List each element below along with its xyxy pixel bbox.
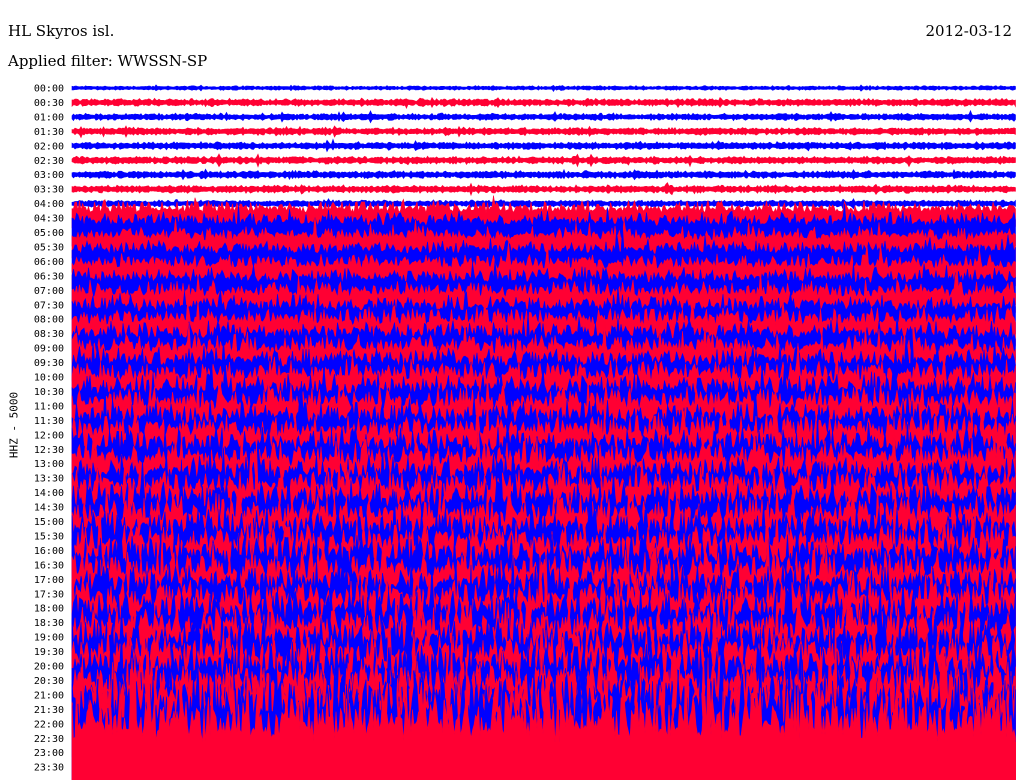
- time-tick-label: 14:30: [34, 503, 64, 514]
- time-tick-label: 11:30: [34, 416, 64, 427]
- time-tick-label: 16:30: [34, 560, 64, 571]
- time-tick-label: 09:30: [34, 358, 64, 369]
- time-tick-label: 19:00: [34, 633, 64, 644]
- time-tick-label: 03:30: [34, 185, 64, 196]
- time-tick-label: 23:00: [34, 748, 64, 759]
- trace-group: [71, 84, 1016, 780]
- time-tick-label: 00:00: [34, 84, 64, 95]
- time-tick-label: 20:30: [34, 676, 64, 687]
- time-tick-label: 04:00: [34, 199, 64, 210]
- time-tick-label: 05:00: [34, 228, 64, 239]
- time-tick-label: 15:30: [34, 532, 64, 543]
- time-tick-label: 01:00: [34, 112, 64, 123]
- saturated-trace-block: [72, 742, 1016, 780]
- time-tick-label: 21:00: [34, 690, 64, 701]
- time-tick-label: 06:30: [34, 271, 64, 282]
- time-tick-label: 08:30: [34, 329, 64, 340]
- time-tick-label: 17:00: [34, 575, 64, 586]
- time-tick-label: 18:30: [34, 618, 64, 629]
- trace-0330: [71, 182, 1016, 197]
- time-tick-label: 03:00: [34, 170, 64, 181]
- time-tick-label: 15:00: [34, 517, 64, 528]
- time-tick-label: 20:00: [34, 662, 64, 673]
- trace-0100: [71, 109, 1016, 124]
- trace-0030: [71, 96, 1016, 109]
- helicorder-page: HL Skyros isl. 2012-03-12 Applied filter…: [0, 0, 1024, 780]
- time-tick-label: 14:00: [34, 488, 64, 499]
- trace-0300: [71, 168, 1016, 181]
- time-tick-label: 23:30: [34, 763, 64, 774]
- time-tick-label: 21:30: [34, 705, 64, 716]
- trace-0230: [71, 153, 1016, 168]
- time-tick-label: 19:30: [34, 647, 64, 658]
- time-tick-label: 01:30: [34, 127, 64, 138]
- time-tick-label: 02:30: [34, 156, 64, 167]
- time-tick-label: 11:00: [34, 401, 64, 412]
- time-tick-label: 18:00: [34, 604, 64, 615]
- time-tick-label: 12:00: [34, 430, 64, 441]
- time-tick-label: 07:30: [34, 300, 64, 311]
- time-tick-label: 04:30: [34, 214, 64, 225]
- trace-0000: [71, 84, 1016, 92]
- time-tick-label: 07:00: [34, 286, 64, 297]
- time-tick-label: 22:00: [34, 719, 64, 730]
- time-tick-label: 12:30: [34, 445, 64, 456]
- time-tick-label: 05:30: [34, 242, 64, 253]
- time-tick-label: 13:30: [34, 474, 64, 485]
- time-tick-label: 22:30: [34, 734, 64, 745]
- time-tick-label: 00:30: [34, 98, 64, 109]
- time-tick-label: 10:00: [34, 373, 64, 384]
- trace-0130: [71, 125, 1016, 139]
- time-tick-label: 02:00: [34, 141, 64, 152]
- time-tick-labels: 00:00 00:30 01:00 01:30 02:00 02:30 03:00 03:30…: [34, 84, 64, 774]
- time-tick-label: 10:30: [34, 387, 64, 398]
- trace-0200: [71, 138, 1016, 153]
- time-tick-label: 08:00: [34, 315, 64, 326]
- time-tick-label: 06:00: [34, 257, 64, 268]
- time-tick-label: 16:00: [34, 546, 64, 557]
- time-tick-label: 17:30: [34, 589, 64, 600]
- time-tick-label: 13:00: [34, 459, 64, 470]
- helicorder-plot: 00:00 00:30 01:00 01:30 02:00 02:30 03:00 03:30…: [34, 84, 1016, 780]
- time-tick-label: 09:00: [34, 344, 64, 355]
